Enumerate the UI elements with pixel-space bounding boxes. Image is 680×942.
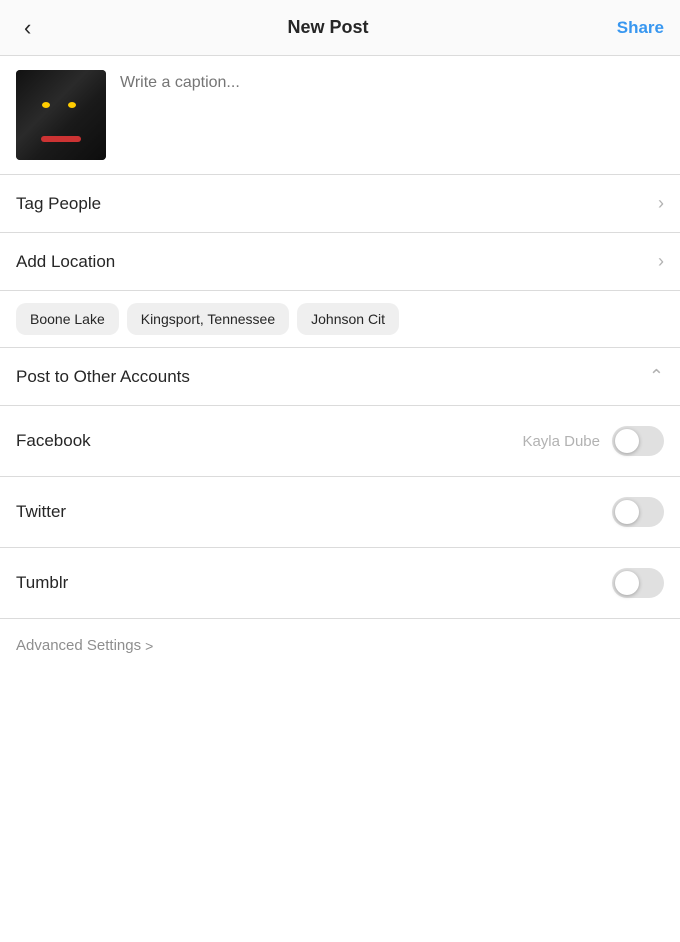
social-platform-label: Facebook [16, 431, 91, 451]
social-account-row: Twitter [0, 477, 680, 548]
social-username: Kayla Dube [522, 433, 600, 450]
social-toggle[interactable] [612, 497, 664, 527]
toggle-thumb [615, 500, 639, 524]
cat-eye-right [68, 102, 76, 108]
social-account-row: Tumblr [0, 548, 680, 619]
post-to-other-accounts-section[interactable]: Post to Other Accounts ⌃ [0, 348, 680, 406]
social-row-right [612, 497, 664, 527]
location-suggestions: Boone LakeKingsport, TennesseeJohnson Ci… [0, 291, 680, 348]
caption-area [0, 56, 680, 175]
social-accounts-list: Facebook Kayla Dube Twitter Tumblr [0, 406, 680, 619]
share-button[interactable]: Share [617, 18, 664, 38]
header: ‹ New Post Share [0, 0, 680, 56]
post-thumbnail [16, 70, 106, 160]
chevron-right-icon: › [658, 251, 664, 272]
back-button[interactable]: ‹ [16, 11, 39, 45]
advanced-settings-chevron-icon: > [145, 638, 153, 654]
toggle-thumb [615, 429, 639, 453]
post-to-other-accounts-label: Post to Other Accounts [16, 367, 190, 387]
location-chip[interactable]: Johnson Cit [297, 303, 399, 335]
toggle-thumb [615, 571, 639, 595]
location-chip[interactable]: Boone Lake [16, 303, 119, 335]
social-account-row: Facebook Kayla Dube [0, 406, 680, 477]
location-chip[interactable]: Kingsport, Tennessee [127, 303, 289, 335]
add-location-label: Add Location [16, 252, 115, 272]
advanced-settings-row[interactable]: Advanced Settings > [0, 619, 680, 672]
social-platform-label: Twitter [16, 502, 66, 522]
tag-people-label: Tag People [16, 194, 101, 214]
social-platform-label: Tumblr [16, 573, 68, 593]
social-toggle[interactable] [612, 568, 664, 598]
page-title: New Post [288, 17, 369, 38]
advanced-settings-label: Advanced Settings [16, 637, 141, 654]
social-row-right: Kayla Dube [522, 426, 664, 456]
chevron-up-icon: ⌃ [649, 366, 664, 387]
cat-eye-left [42, 102, 50, 108]
cat-collar [41, 136, 81, 142]
social-toggle[interactable] [612, 426, 664, 456]
add-location-row[interactable]: Add Location › [0, 233, 680, 291]
tag-people-row[interactable]: Tag People › [0, 175, 680, 233]
chevron-right-icon: › [658, 193, 664, 214]
caption-input[interactable] [120, 70, 664, 150]
social-row-right [612, 568, 664, 598]
